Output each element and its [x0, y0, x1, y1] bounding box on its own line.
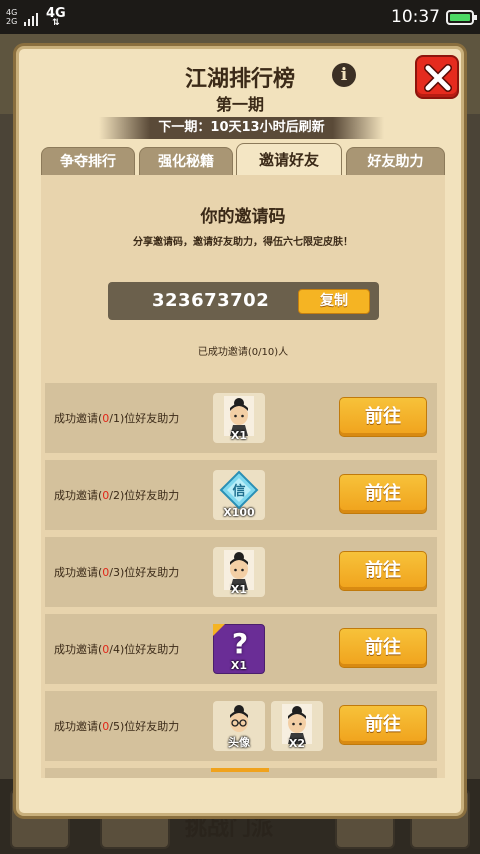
leaderboard-modal: 江湖排行榜 第一期 i 下一期：10天13小时后刷新 争夺排行 强化秘籍 邀请好…: [16, 46, 464, 816]
close-icon: [424, 64, 452, 92]
invite-panel: 你的邀请码 分享邀请码，邀请好友助力，得伍六七限定皮肤！ 323673702 复…: [41, 175, 445, 778]
go-button[interactable]: 前往: [339, 705, 427, 745]
go-button[interactable]: 前往: [339, 397, 427, 437]
tab-ranking[interactable]: 争夺排行: [41, 147, 135, 175]
clock: 10:37: [391, 7, 440, 27]
item-quantity: X1: [230, 429, 248, 442]
reward-list: 成功邀请(0/1)位好友助力 X1 前往 成功邀请(0/2)位好友助力 信 X1…: [45, 383, 437, 778]
reward-requirement: 成功邀请(0/3)位好友助力: [54, 566, 180, 579]
reward-row: 成功邀请(0/5)位好友助力 头像 X2 前往: [45, 691, 437, 761]
reward-requirement: 成功邀请(0/2)位好友助力: [54, 489, 180, 502]
svg-text:信: 信: [232, 483, 245, 499]
reward-item: X2: [271, 701, 323, 751]
reward-item: 头像: [213, 701, 265, 751]
battery-icon: [446, 10, 477, 25]
reward-row: 成功邀请(0/3)位好友助力 X1 前往: [45, 537, 437, 607]
network-indicator: 4G ⇅: [46, 6, 66, 28]
reward-requirement: 成功邀请(0/4)位好友助力: [54, 643, 180, 656]
signal-label-bottom: 2G: [6, 17, 18, 26]
reward-requirement: 成功邀请(0/1)位好友助力: [54, 412, 180, 425]
reward-item-partial: [211, 768, 269, 772]
info-icon[interactable]: i: [332, 63, 356, 87]
tab-bar: 争夺排行 强化秘籍 邀请好友 好友助力: [41, 143, 445, 175]
modal-title: 江湖排行榜: [184, 67, 295, 92]
copy-button[interactable]: 复制: [298, 289, 370, 314]
tab-enhance-guide[interactable]: 强化秘籍: [139, 147, 233, 175]
item-quantity: X1: [230, 583, 248, 596]
signal-labels: 4G 2G: [6, 8, 17, 26]
reward-row-partial: [45, 768, 437, 778]
go-button[interactable]: 前往: [339, 628, 427, 668]
close-button[interactable]: [415, 55, 459, 99]
reward-row: 成功邀请(0/2)位好友助力 信 X100 前往: [45, 460, 437, 530]
item-quantity: 头像: [228, 736, 250, 749]
invite-code-box: 323673702 复制: [108, 282, 379, 320]
reward-item: X1: [213, 393, 265, 443]
status-bar: 4G 2G 4G ⇅ 10:37: [0, 0, 480, 34]
next-period-banner: 下一期：10天13小时后刷新: [99, 117, 384, 139]
reward-row: 成功邀请(0/1)位好友助力 X1 前往: [45, 383, 437, 453]
tab-invite-friends[interactable]: 邀请好友: [236, 143, 342, 175]
invite-code: 323673702: [152, 290, 270, 311]
reward-requirement: 成功邀请(0/5)位好友助力: [54, 720, 180, 733]
reward-row: 成功邀请(0/4)位好友助力 ? X1 前往: [45, 614, 437, 684]
item-quantity: X100: [223, 506, 255, 519]
rarity-tag-icon: [213, 624, 225, 636]
reward-item: ? X1: [213, 624, 265, 674]
signal-bars-icon: [24, 8, 40, 26]
item-quantity: X2: [288, 737, 306, 750]
mystery-box-icon: ?: [231, 627, 249, 660]
go-button[interactable]: 前往: [339, 474, 427, 514]
invite-code-heading: 你的邀请码: [200, 207, 286, 227]
reward-item: 信 X100: [213, 470, 265, 520]
invite-description: 分享邀请码，邀请好友助力，得伍六七限定皮肤！: [133, 237, 353, 248]
signal-label-top: 4G: [6, 8, 18, 17]
reward-item: X1: [213, 547, 265, 597]
go-button[interactable]: 前往: [339, 551, 427, 591]
invite-success-count: 已成功邀请(0/10)人: [197, 347, 289, 358]
modal-subtitle: 第一期: [215, 95, 264, 114]
tab-friend-assist[interactable]: 好友助力: [346, 147, 445, 175]
item-quantity: X1: [230, 659, 248, 672]
